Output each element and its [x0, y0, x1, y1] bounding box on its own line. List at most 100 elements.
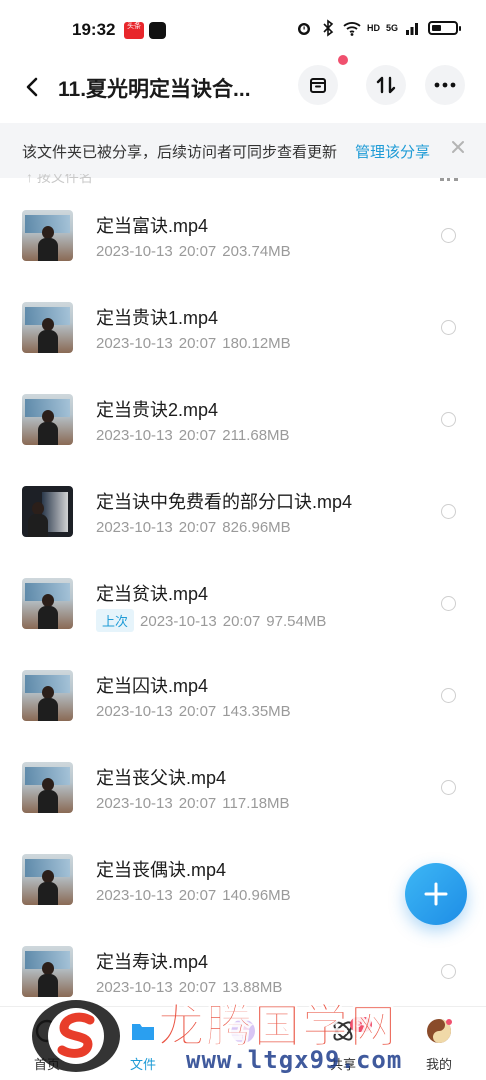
file-name: 定当寿诀.mp4 — [96, 952, 209, 972]
file-meta: 2023-10-13 20:07 143.35MB — [96, 703, 297, 720]
share-notice-text: 该文件夹已被分享，后续访问者可同步查看更新 — [22, 144, 338, 161]
close-icon[interactable] — [449, 138, 467, 156]
file-row[interactable]: 定当丧父诀.mp4 2023-10-13 20:07 117.18MB — [0, 742, 486, 834]
file-name: 定当囚诀.mp4 — [96, 676, 209, 696]
status-icons: HD 5G — [295, 19, 461, 37]
file-date: 2023-10-13 — [96, 335, 173, 352]
file-row[interactable]: 定当贵诀2.mp4 2023-10-13 20:07 211.68MB — [0, 374, 486, 466]
toutiao-app-icon: 头条 — [124, 22, 144, 39]
file-time: 20:07 — [178, 979, 217, 996]
battery-icon — [428, 21, 461, 35]
file-time: 20:07 — [178, 703, 217, 720]
video-thumbnail — [22, 762, 73, 813]
file-meta: 2023-10-13 20:07 13.88MB — [96, 979, 288, 996]
select-radio[interactable] — [441, 228, 456, 243]
file-row[interactable]: 定当贵诀1.mp4 2023-10-13 20:07 180.12MB — [0, 282, 486, 374]
home-icon — [35, 1019, 59, 1043]
video-thumbnail — [22, 486, 73, 537]
select-radio[interactable] — [441, 780, 456, 795]
file-size: 143.35MB — [222, 703, 291, 720]
file-size: 203.74MB — [222, 243, 291, 260]
file-meta: 2023-10-13 20:07 826.96MB — [96, 519, 297, 536]
file-row[interactable]: 定当诀中免费看的部分口诀.mp4 2023-10-13 20:07 826.96MB — [0, 466, 486, 558]
file-row[interactable]: 定当囚诀.mp4 2023-10-13 20:07 143.35MB — [0, 650, 486, 742]
manage-share-link[interactable]: 管理该分享 — [355, 141, 430, 162]
share-notice: 该文件夹已被分享，后续访问者可同步查看更新 管理该分享 — [0, 123, 486, 178]
nav-files[interactable]: 文件 — [108, 1015, 178, 1075]
file-name: 定当贫诀.mp4 — [96, 584, 209, 604]
file-meta: 2023-10-13 20:07 203.74MB — [96, 243, 297, 260]
file-name: 定当贵诀2.mp4 — [96, 400, 219, 420]
video-thumbnail — [22, 946, 73, 997]
file-time: 20:07 — [178, 335, 217, 352]
nav-label: 共享 — [329, 1057, 356, 1072]
more-horizontal-icon — [434, 82, 456, 88]
file-name: 定当丧偶诀.mp4 — [96, 860, 227, 880]
nav-label: 我的 — [425, 1057, 452, 1072]
file-date: 2023-10-13 — [96, 427, 173, 444]
file-time: 20:07 — [222, 613, 261, 630]
select-radio[interactable] — [441, 688, 456, 703]
status-bar: 19:32 头条 HD 5G — [0, 0, 486, 60]
file-row[interactable]: 定当贫诀.mp4 上次 2023-10-13 20:07 97.54MB — [0, 558, 486, 650]
status-time: 19:32 — [72, 20, 116, 39]
video-thumbnail — [22, 210, 73, 261]
header-bar: 11.夏光明定当诀合... — [0, 60, 486, 120]
plus-icon — [424, 882, 448, 906]
nav-label: 文件 — [129, 1057, 156, 1072]
file-row[interactable]: 定当富诀.mp4 2023-10-13 20:07 203.74MB — [0, 190, 486, 282]
file-meta: 2023-10-13 20:07 140.96MB — [96, 887, 297, 904]
file-size: 13.88MB — [222, 979, 283, 996]
file-date: 2023-10-13 — [96, 703, 173, 720]
select-radio[interactable] — [441, 412, 456, 427]
archive-icon — [310, 78, 326, 93]
file-date: 2023-10-13 — [96, 795, 173, 812]
file-size: 140.96MB — [222, 887, 291, 904]
notification-dot — [338, 55, 348, 65]
select-radio[interactable] — [441, 504, 456, 519]
profile-icon — [427, 1019, 452, 1043]
select-radio[interactable] — [441, 964, 456, 979]
select-radio[interactable] — [441, 596, 456, 611]
tiktok-app-icon — [149, 22, 166, 39]
nav-share[interactable]: 34 共享 — [308, 1015, 378, 1075]
file-date: 2023-10-13 — [96, 979, 173, 996]
nav-profile[interactable]: 我的 — [404, 1015, 474, 1075]
page-title: 11.夏光明定当诀合... — [58, 78, 251, 101]
archive-button[interactable] — [298, 65, 338, 105]
list-options-icon[interactable] — [440, 178, 458, 182]
file-meta: 2023-10-13 20:07 180.12MB — [96, 335, 297, 352]
file-name: 定当富诀.mp4 — [96, 216, 209, 236]
network-label: 5G — [385, 23, 398, 33]
sort-button[interactable] — [366, 65, 406, 105]
folder-icon — [132, 1024, 154, 1040]
file-row[interactable]: 定当寿诀.mp4 2023-10-13 20:07 13.88MB — [0, 926, 486, 1018]
video-thumbnail — [22, 302, 73, 353]
more-button[interactable] — [425, 65, 465, 105]
file-size: 211.68MB — [222, 427, 290, 444]
signal-icon — [406, 23, 418, 35]
file-size: 97.54MB — [266, 613, 327, 630]
sort-hint[interactable]: ↑ 按文件名 — [26, 174, 93, 184]
video-thumbnail — [22, 578, 73, 629]
file-meta: 2023-10-13 20:07 211.68MB — [96, 427, 296, 444]
wifi-icon — [343, 22, 361, 36]
file-time: 20:07 — [178, 795, 217, 812]
video-thumbnail — [22, 670, 73, 721]
file-time: 20:07 — [178, 519, 217, 536]
select-radio[interactable] — [441, 320, 456, 335]
back-button[interactable] — [16, 70, 50, 104]
file-date: 2023-10-13 — [96, 243, 173, 260]
bottom-nav: 首页 文件 34 共享 我的 — [0, 1006, 486, 1080]
file-size: 826.96MB — [222, 519, 291, 536]
sort-icon — [376, 76, 396, 94]
nav-center[interactable] — [208, 1015, 278, 1075]
file-date: 2023-10-13 — [96, 519, 173, 536]
add-button[interactable] — [405, 863, 467, 925]
share-badge: 34 — [350, 1017, 373, 1032]
nav-label: 首页 — [33, 1057, 60, 1072]
file-meta: 上次 2023-10-13 20:07 97.54MB — [96, 609, 332, 632]
nav-home[interactable]: 首页 — [12, 1015, 82, 1075]
file-date: 2023-10-13 — [140, 613, 217, 630]
file-meta: 2023-10-13 20:07 117.18MB — [96, 795, 296, 812]
